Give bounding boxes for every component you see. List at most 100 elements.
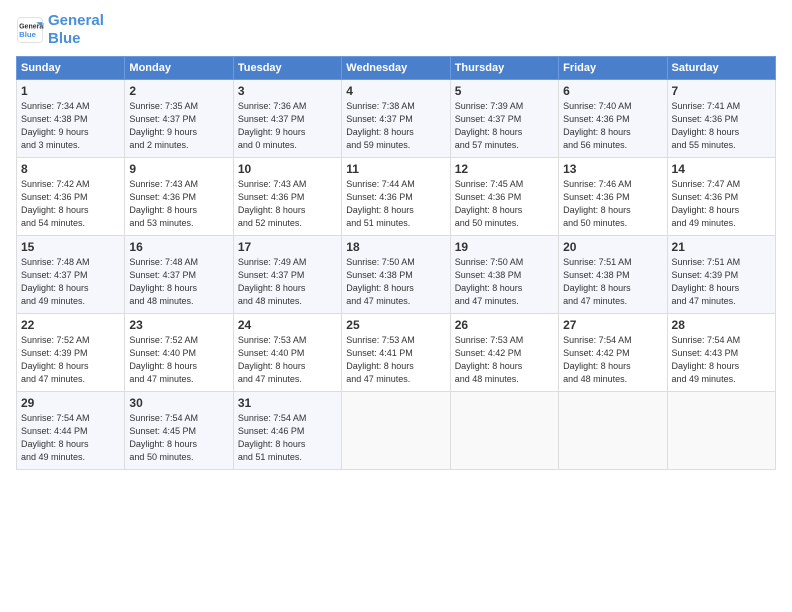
day-info: Sunrise: 7:54 AMSunset: 4:43 PMDaylight:… — [672, 334, 771, 386]
day-info: Sunrise: 7:52 AMSunset: 4:40 PMDaylight:… — [129, 334, 228, 386]
page-container: General Blue GeneralBlue SundayMondayTue… — [0, 0, 792, 478]
day-cell: 1Sunrise: 7:34 AMSunset: 4:38 PMDaylight… — [17, 80, 125, 158]
day-number: 23 — [129, 318, 228, 332]
day-info: Sunrise: 7:54 AMSunset: 4:46 PMDaylight:… — [238, 412, 337, 464]
day-number: 4 — [346, 84, 445, 98]
day-cell: 13 Sunrise: 7:46 AMSunset: 4:36 PMDayligh… — [559, 158, 667, 236]
week-row-2: 8 Sunrise: 7:42 AMSunset: 4:36 PMDaylight… — [17, 158, 776, 236]
day-info: Sunrise: 7:46 AMSunset: 4:36 PMDaylight:… — [563, 178, 662, 230]
day-cell: 11 Sunrise: 7:44 AMSunset: 4:36 PMDayligh… — [342, 158, 450, 236]
day-info: Sunrise: 7:35 AMSunset: 4:37 PMDaylight:… — [129, 100, 228, 152]
calendar-table: SundayMondayTuesdayWednesdayThursdayFrid… — [16, 56, 776, 470]
day-info: Sunrise: 7:54 AMSunset: 4:45 PMDaylight:… — [129, 412, 228, 464]
day-info: Sunrise: 7:43 AMSunset: 4:36 PMDaylight:… — [238, 178, 337, 230]
day-number: 30 — [129, 396, 228, 410]
day-number: 26 — [455, 318, 554, 332]
day-number: 18 — [346, 240, 445, 254]
day-cell: 17 Sunrise: 7:49 AMSunset: 4:37 PMDayligh… — [233, 236, 341, 314]
day-number: 5 — [455, 84, 554, 98]
day-cell: 16 Sunrise: 7:48 AMSunset: 4:37 PMDayligh… — [125, 236, 233, 314]
day-info: Sunrise: 7:45 AMSunset: 4:36 PMDaylight:… — [455, 178, 554, 230]
day-number: 11 — [346, 162, 445, 176]
day-cell: 8 Sunrise: 7:42 AMSunset: 4:36 PMDaylight… — [17, 158, 125, 236]
day-cell: 21 Sunrise: 7:51 AMSunset: 4:39 PMDayligh… — [667, 236, 775, 314]
day-number: 20 — [563, 240, 662, 254]
day-number: 12 — [455, 162, 554, 176]
col-header-sunday: Sunday — [17, 57, 125, 80]
day-number: 21 — [672, 240, 771, 254]
day-number: 8 — [21, 162, 120, 176]
day-cell: 27 Sunrise: 7:54 AMSunset: 4:42 PMDayligh… — [559, 314, 667, 392]
logo: General Blue GeneralBlue — [16, 12, 104, 48]
day-info: Sunrise: 7:48 AMSunset: 4:37 PMDaylight:… — [21, 256, 120, 308]
day-number: 7 — [672, 84, 771, 98]
day-number: 1 — [21, 84, 120, 98]
day-info: Sunrise: 7:48 AMSunset: 4:37 PMDaylight:… — [129, 256, 228, 308]
week-row-3: 15 Sunrise: 7:48 AMSunset: 4:37 PMDayligh… — [17, 236, 776, 314]
day-number: 10 — [238, 162, 337, 176]
day-info: Sunrise: 7:53 AMSunset: 4:40 PMDaylight:… — [238, 334, 337, 386]
day-info: Sunrise: 7:54 AMSunset: 4:42 PMDaylight:… — [563, 334, 662, 386]
day-info: Sunrise: 7:39 AMSunset: 4:37 PMDaylight:… — [455, 100, 554, 152]
day-info: Sunrise: 7:43 AMSunset: 4:36 PMDaylight:… — [129, 178, 228, 230]
day-number: 28 — [672, 318, 771, 332]
week-row-5: 29 Sunrise: 7:54 AMSunset: 4:44 PMDayligh… — [17, 392, 776, 470]
day-info: Sunrise: 7:47 AMSunset: 4:36 PMDaylight:… — [672, 178, 771, 230]
day-info: Sunrise: 7:50 AMSunset: 4:38 PMDaylight:… — [455, 256, 554, 308]
day-cell: 4 Sunrise: 7:38 AMSunset: 4:37 PMDaylight… — [342, 80, 450, 158]
day-cell: 22Sunrise: 7:52 AMSunset: 4:39 PMDayligh… — [17, 314, 125, 392]
day-info: Sunrise: 7:42 AMSunset: 4:36 PMDaylight:… — [21, 178, 120, 230]
day-cell: 10 Sunrise: 7:43 AMSunset: 4:36 PMDayligh… — [233, 158, 341, 236]
day-cell: 14 Sunrise: 7:47 AMSunset: 4:36 PMDayligh… — [667, 158, 775, 236]
day-info: Sunrise: 7:53 AMSunset: 4:41 PMDaylight:… — [346, 334, 445, 386]
day-number: 14 — [672, 162, 771, 176]
logo-icon: General Blue — [16, 16, 44, 44]
day-number: 6 — [563, 84, 662, 98]
day-cell: 9Sunrise: 7:43 AMSunset: 4:36 PMDaylight… — [125, 158, 233, 236]
day-info: Sunrise: 7:53 AMSunset: 4:42 PMDaylight:… — [455, 334, 554, 386]
day-info: Sunrise: 7:40 AMSunset: 4:36 PMDaylight:… — [563, 100, 662, 152]
day-info: Sunrise: 7:49 AMSunset: 4:37 PMDaylight:… — [238, 256, 337, 308]
logo-text: GeneralBlue — [48, 12, 104, 48]
day-cell — [667, 392, 775, 470]
day-number: 29 — [21, 396, 120, 410]
week-row-1: 1Sunrise: 7:34 AMSunset: 4:38 PMDaylight… — [17, 80, 776, 158]
day-number: 13 — [563, 162, 662, 176]
day-info: Sunrise: 7:51 AMSunset: 4:39 PMDaylight:… — [672, 256, 771, 308]
col-header-thursday: Thursday — [450, 57, 558, 80]
svg-text:Blue: Blue — [19, 30, 37, 39]
day-cell: 5 Sunrise: 7:39 AMSunset: 4:37 PMDaylight… — [450, 80, 558, 158]
day-number: 15 — [21, 240, 120, 254]
day-cell: 30 Sunrise: 7:54 AMSunset: 4:45 PMDayligh… — [125, 392, 233, 470]
day-info: Sunrise: 7:54 AMSunset: 4:44 PMDaylight:… — [21, 412, 120, 464]
day-cell: 7 Sunrise: 7:41 AMSunset: 4:36 PMDaylight… — [667, 80, 775, 158]
day-number: 25 — [346, 318, 445, 332]
day-number: 3 — [238, 84, 337, 98]
day-cell: 19Sunrise: 7:50 AMSunset: 4:38 PMDayligh… — [450, 236, 558, 314]
day-info: Sunrise: 7:36 AMSunset: 4:37 PMDaylight:… — [238, 100, 337, 152]
day-info: Sunrise: 7:41 AMSunset: 4:36 PMDaylight:… — [672, 100, 771, 152]
day-cell — [559, 392, 667, 470]
day-cell: 6 Sunrise: 7:40 AMSunset: 4:36 PMDaylight… — [559, 80, 667, 158]
day-info: Sunrise: 7:51 AMSunset: 4:38 PMDaylight:… — [563, 256, 662, 308]
day-number: 16 — [129, 240, 228, 254]
col-header-friday: Friday — [559, 57, 667, 80]
header-row: SundayMondayTuesdayWednesdayThursdayFrid… — [17, 57, 776, 80]
day-number: 27 — [563, 318, 662, 332]
day-cell: 12 Sunrise: 7:45 AMSunset: 4:36 PMDayligh… — [450, 158, 558, 236]
day-info: Sunrise: 7:38 AMSunset: 4:37 PMDaylight:… — [346, 100, 445, 152]
day-cell: 23 Sunrise: 7:52 AMSunset: 4:40 PMDayligh… — [125, 314, 233, 392]
day-cell: 24Sunrise: 7:53 AMSunset: 4:40 PMDayligh… — [233, 314, 341, 392]
day-number: 2 — [129, 84, 228, 98]
day-cell: 28 Sunrise: 7:54 AMSunset: 4:43 PMDayligh… — [667, 314, 775, 392]
day-number: 22 — [21, 318, 120, 332]
col-header-saturday: Saturday — [667, 57, 775, 80]
day-cell: 2 Sunrise: 7:35 AMSunset: 4:37 PMDaylight… — [125, 80, 233, 158]
day-cell — [450, 392, 558, 470]
col-header-monday: Monday — [125, 57, 233, 80]
day-info: Sunrise: 7:44 AMSunset: 4:36 PMDaylight:… — [346, 178, 445, 230]
day-number: 17 — [238, 240, 337, 254]
col-header-wednesday: Wednesday — [342, 57, 450, 80]
day-number: 31 — [238, 396, 337, 410]
day-cell: 26 Sunrise: 7:53 AMSunset: 4:42 PMDayligh… — [450, 314, 558, 392]
